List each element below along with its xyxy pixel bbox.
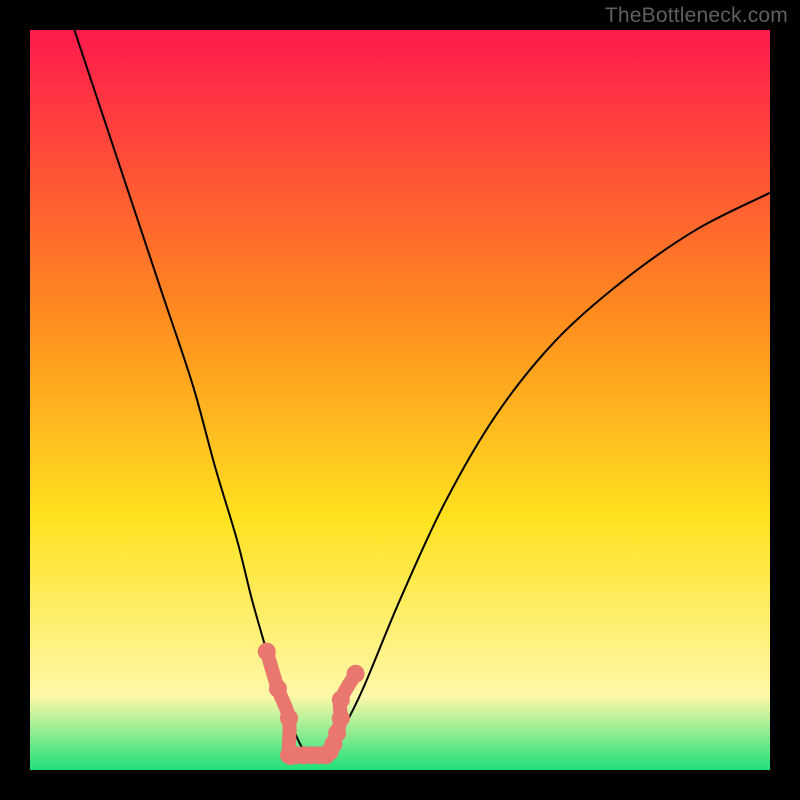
watermark-text: TheBottleneck.com [605, 4, 788, 28]
marker-dot [332, 709, 350, 727]
plot-background [30, 30, 770, 770]
marker-dot [280, 709, 298, 727]
marker-dot [347, 665, 365, 683]
marker-dot [269, 680, 287, 698]
bottleneck-chart [0, 0, 800, 800]
marker-dot [332, 691, 350, 709]
chart-frame: TheBottleneck.com [0, 0, 800, 800]
marker-dot [258, 643, 276, 661]
